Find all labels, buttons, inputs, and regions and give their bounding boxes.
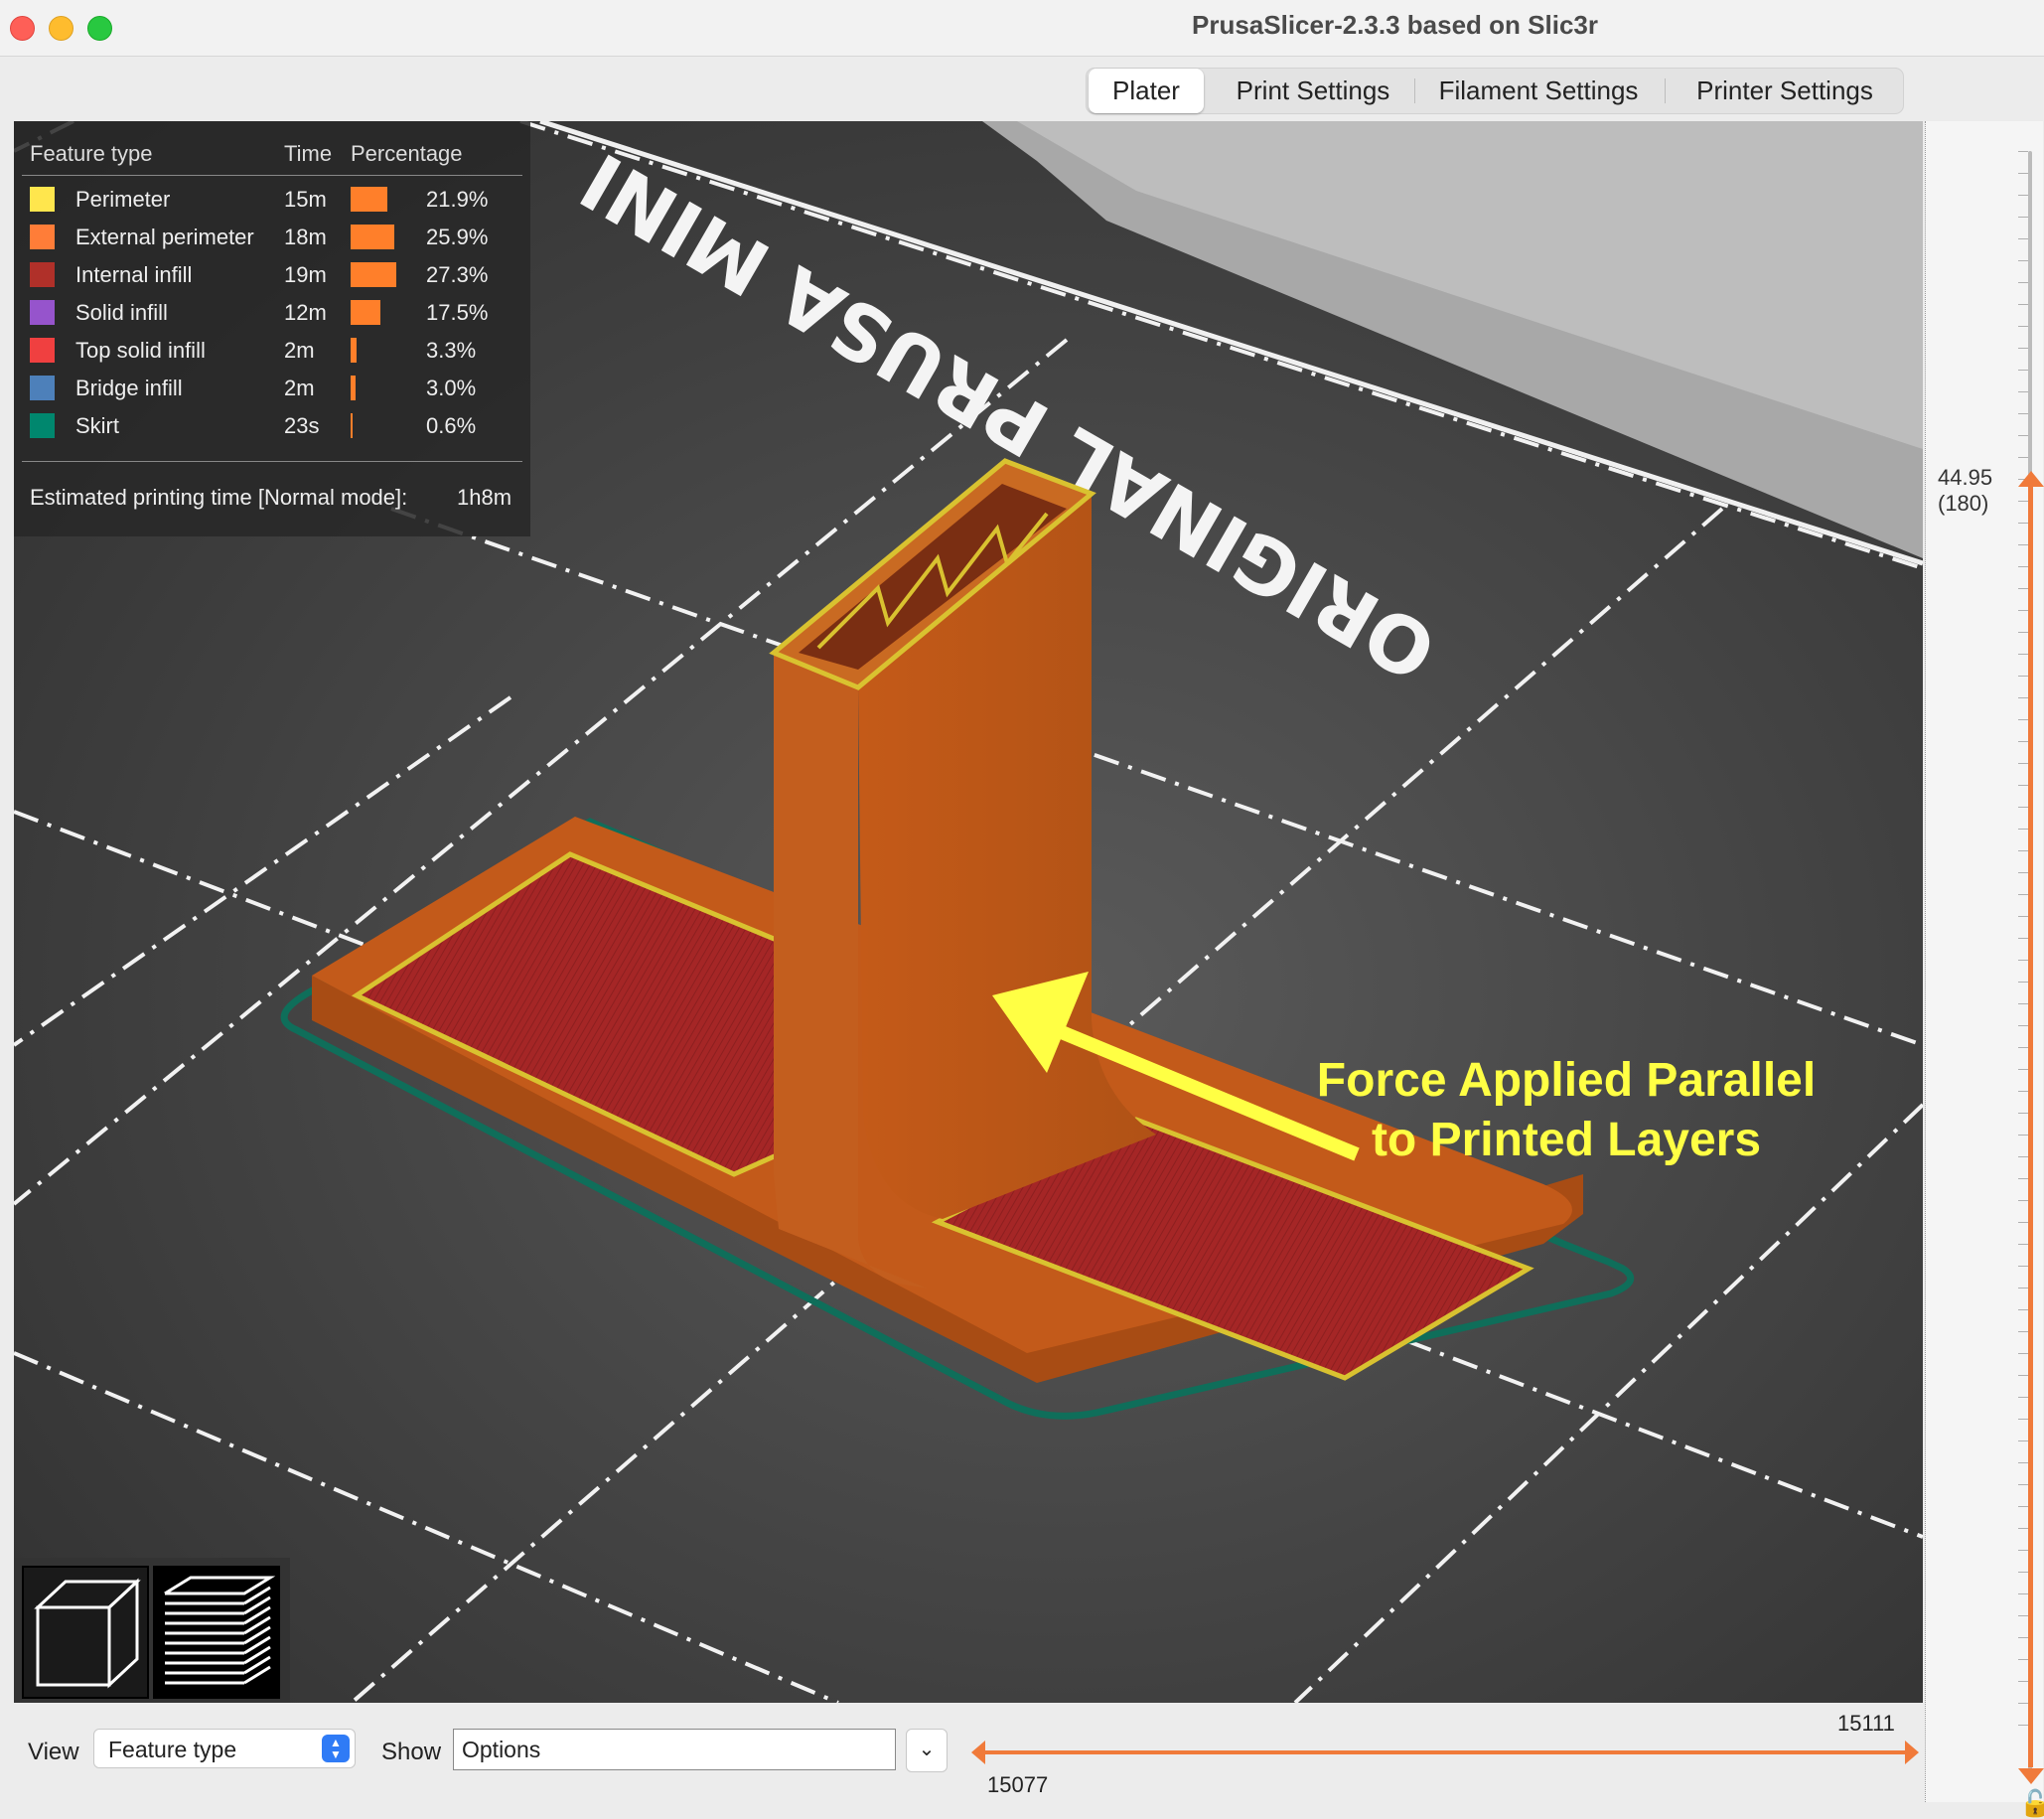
tab-printer-settings[interactable]: Printer Settings xyxy=(1673,69,1897,113)
legend-row-internal-infill[interactable]: Internal infill 19m 27.3% xyxy=(14,256,530,294)
legend-row-bar xyxy=(351,338,357,363)
legend-row-time: 23s xyxy=(284,413,320,438)
chevron-down-icon[interactable]: ⌄ xyxy=(906,1729,948,1772)
legend-row-time: 12m xyxy=(284,300,327,325)
view-mode-toggle xyxy=(14,1558,290,1703)
legend-row-percentage: 0.6% xyxy=(426,413,477,438)
tab-separator xyxy=(1414,78,1415,103)
legend-swatch xyxy=(30,413,55,438)
legend-row-percentage: 21.9% xyxy=(426,187,489,212)
legend-row-bar xyxy=(351,262,397,287)
legend-row-name: Top solid infill xyxy=(75,338,206,363)
layer-height-slider[interactable]: 44.95 (180) 🔓 xyxy=(1925,121,2044,1818)
close-window-button[interactable] xyxy=(10,16,35,41)
legend-row-time: 18m xyxy=(284,225,327,249)
updown-arrows-icon: ▲ ▼ xyxy=(322,1735,350,1762)
view-label: View xyxy=(28,1739,79,1765)
annotation-line-1: Force Applied Parallel xyxy=(1316,1054,1817,1107)
preview-bottom-bar: View Feature type ▲ ▼ Show Options ⌄ 1511… xyxy=(14,1703,1923,1808)
view-type-value: Feature type xyxy=(108,1737,237,1762)
legend-row-percentage: 17.5% xyxy=(426,300,489,325)
main-tabs: Plater Print Settings Filament Settings … xyxy=(1086,68,1904,114)
move-slider-track[interactable] xyxy=(981,1750,1907,1754)
legend-row-time: 15m xyxy=(284,187,327,212)
legend-header-time: Time xyxy=(284,141,333,166)
window-title: PrusaSlicer-2.3.3 based on Slic3r xyxy=(1192,10,1598,40)
lower-layer-handle[interactable] xyxy=(2018,1768,2044,1784)
view-type-select[interactable]: Feature type ▲ ▼ xyxy=(93,1729,356,1768)
upper-layer-handle[interactable] xyxy=(2018,471,2044,487)
layers-view-button[interactable] xyxy=(153,1566,280,1699)
legend-row-skirt[interactable]: Skirt 23s 0.6% xyxy=(14,407,530,445)
slider-selected-range xyxy=(2028,481,2033,1767)
legend-row-name: Skirt xyxy=(75,413,119,438)
legend-row-percentage: 27.3% xyxy=(426,262,489,287)
legend-row-solid-infill[interactable]: Solid infill 12m 17.5% xyxy=(14,294,530,332)
legend-row-perimeter[interactable]: Perimeter 15m 21.9% xyxy=(14,181,530,219)
legend-row-percentage: 25.9% xyxy=(426,225,489,249)
tab-filament-settings[interactable]: Filament Settings xyxy=(1424,69,1653,113)
legend-row-time: 19m xyxy=(284,262,327,287)
cube-icon xyxy=(34,1578,141,1689)
legend-row-bar xyxy=(351,413,353,438)
estimated-time-value: 1h8m xyxy=(457,485,512,510)
legend-swatch xyxy=(30,376,55,400)
legend-swatch xyxy=(30,338,55,363)
move-slider-upper-value: 15111 xyxy=(1837,1711,1895,1736)
legend-row-bar xyxy=(351,187,388,212)
legend-row-top-solid-infill[interactable]: Top solid infill 2m 3.3% xyxy=(14,332,530,370)
minimize-window-button[interactable] xyxy=(49,16,73,41)
estimated-time-label: Estimated printing time [Normal mode]: xyxy=(30,485,408,510)
feature-legend: Feature type Time Percentage Perimeter 1… xyxy=(14,121,530,536)
force-annotation: Force Applied Parallel to Printed Layers xyxy=(1253,1051,1879,1170)
tab-separator xyxy=(1665,78,1666,103)
legend-header-feature: Feature type xyxy=(30,141,153,166)
legend-header-percentage: Percentage xyxy=(351,141,463,166)
legend-row-name: Solid infill xyxy=(75,300,168,325)
tab-plater[interactable]: Plater xyxy=(1089,69,1204,113)
maximize-window-button[interactable] xyxy=(87,16,112,41)
legend-swatch xyxy=(30,262,55,287)
legend-row-bar xyxy=(351,225,395,249)
legend-row-name: Bridge infill xyxy=(75,376,183,400)
tab-print-settings[interactable]: Print Settings xyxy=(1214,69,1412,113)
legend-swatch xyxy=(30,225,55,249)
legend-row-bar xyxy=(351,376,357,400)
move-slider-left-handle[interactable] xyxy=(971,1741,985,1764)
legend-swatch xyxy=(30,187,55,212)
move-slider-right-handle[interactable] xyxy=(1905,1741,1919,1764)
lock-icon[interactable]: 🔓 xyxy=(2019,1788,2044,1819)
legend-row-time: 2m xyxy=(284,338,315,363)
layer-number-value: (180) xyxy=(1938,491,1989,516)
show-options-field[interactable]: Options xyxy=(453,1729,896,1770)
layer-height-label: 44.95 (180) xyxy=(1938,465,1992,517)
legend-row-external-perimeter[interactable]: External perimeter 18m 25.9% xyxy=(14,219,530,256)
layers-icon xyxy=(164,1576,276,1685)
layer-height-value: 44.95 xyxy=(1938,465,1993,490)
title-bar: PrusaSlicer-2.3.3 based on Slic3r xyxy=(0,0,2044,57)
move-slider-lower-value: 15077 xyxy=(987,1772,1049,1797)
legend-row-bar xyxy=(351,300,380,325)
legend-row-time: 2m xyxy=(284,376,315,400)
legend-swatch xyxy=(30,300,55,325)
annotation-line-2: to Printed Layers xyxy=(1371,1114,1762,1166)
legend-row-name: Internal infill xyxy=(75,262,193,287)
show-label: Show xyxy=(381,1739,442,1765)
3d-view-button[interactable] xyxy=(22,1566,149,1699)
legend-divider xyxy=(22,175,522,176)
legend-row-percentage: 3.3% xyxy=(426,338,477,363)
legend-row-bridge-infill[interactable]: Bridge infill 2m 3.0% xyxy=(14,370,530,407)
slider-ticks xyxy=(2018,151,2028,1741)
legend-row-percentage: 3.0% xyxy=(426,376,477,400)
legend-row-name: Perimeter xyxy=(75,187,171,212)
legend-row-name: External perimeter xyxy=(75,225,254,249)
legend-divider xyxy=(22,461,522,462)
